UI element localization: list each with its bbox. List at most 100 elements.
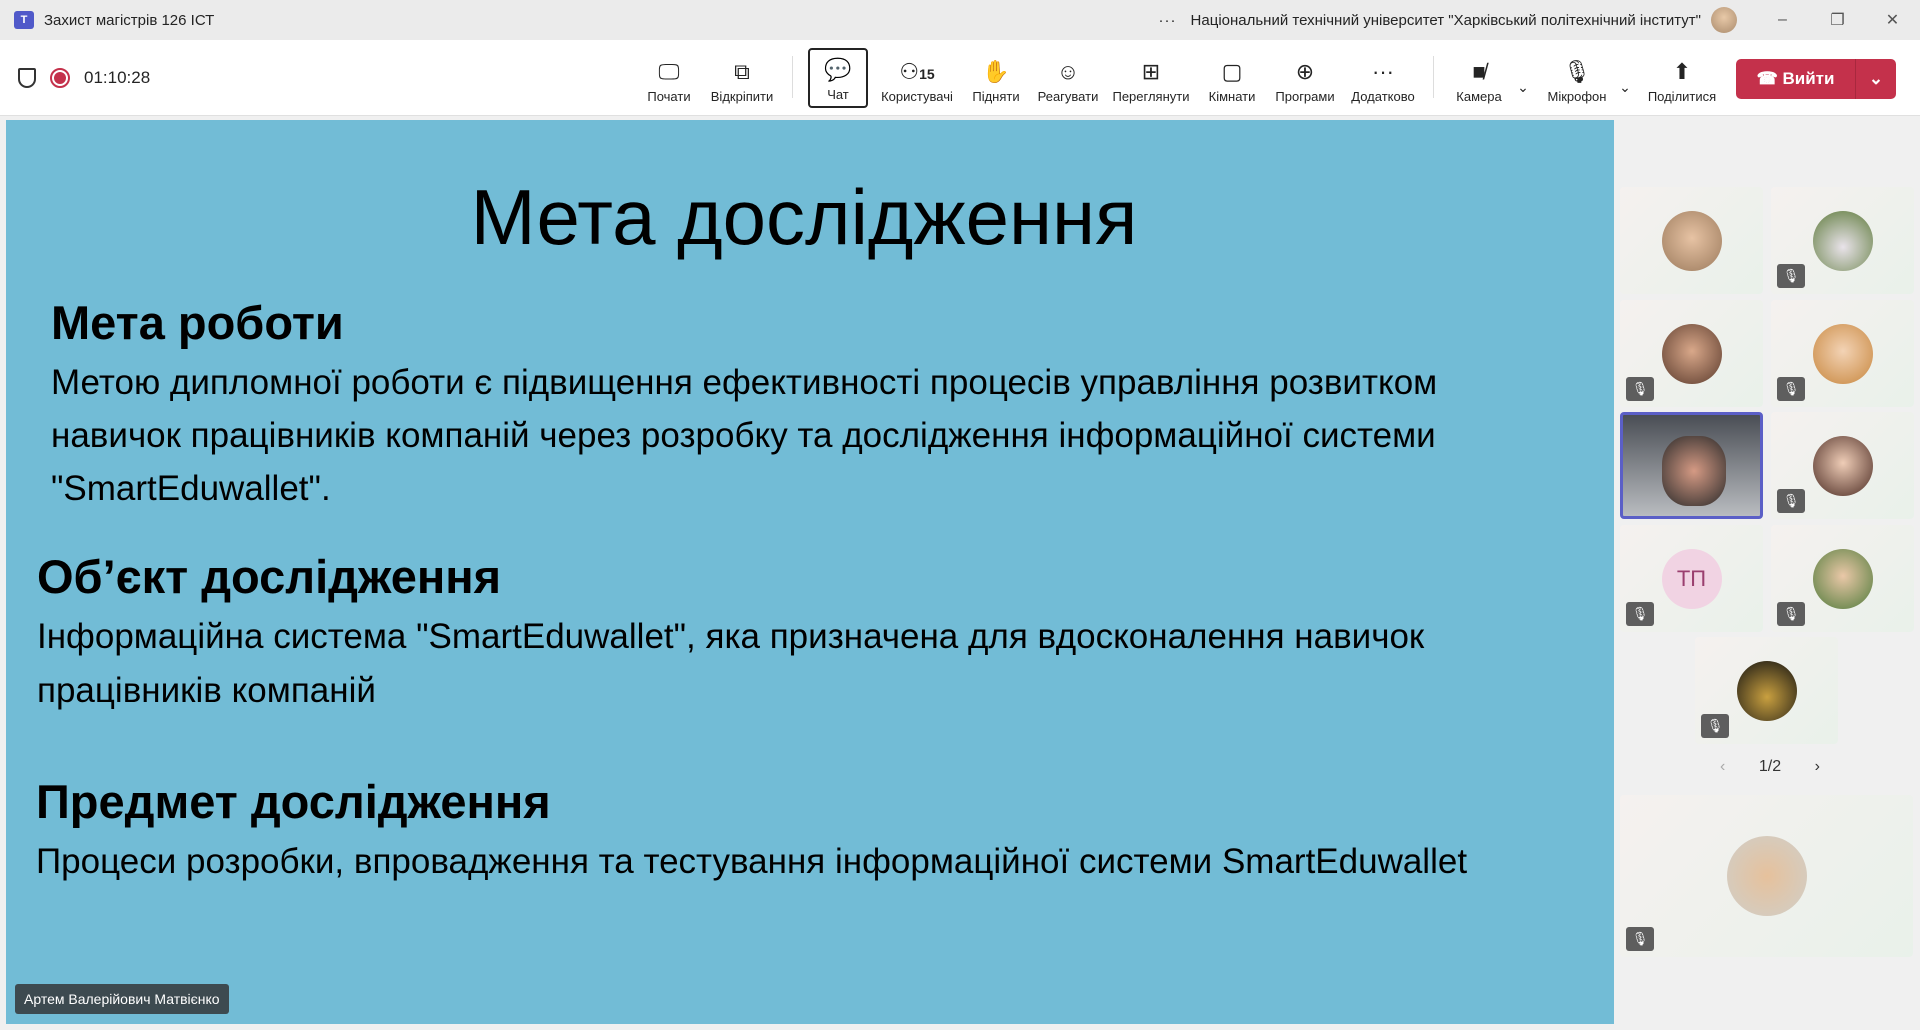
- participant-tile[interactable]: [1620, 187, 1763, 294]
- avatar: [1661, 210, 1722, 271]
- chat-icon: 💬: [824, 57, 852, 82]
- leave-button[interactable]: ☎ Вийти ⌄: [1736, 59, 1896, 99]
- mic-off-icon: 🎙: [1626, 927, 1654, 951]
- minimize-button[interactable]: –: [1755, 11, 1810, 29]
- meeting-timer: 01:10:28: [84, 68, 151, 87]
- pop-out-icon: ⧉: [734, 59, 750, 84]
- button-label: Мікрофон: [1547, 89, 1607, 104]
- section-heading: Об’єкт дослідження: [37, 550, 502, 603]
- section-heading: Мета роботи: [51, 296, 344, 349]
- section-text: працівників компаній: [37, 671, 376, 710]
- recording-icon: [50, 68, 70, 88]
- more-icon: ···: [1372, 59, 1394, 84]
- close-button[interactable]: ✕: [1865, 10, 1920, 30]
- button-label: Поділитися: [1647, 89, 1717, 104]
- button-label: Програми: [1275, 89, 1335, 104]
- view-button[interactable]: ⊞ Переглянути: [1110, 48, 1192, 108]
- title-bar: T Захист магістрів 126 ІСТ ··· Національ…: [0, 0, 1920, 40]
- view-icon: ⊞: [1141, 59, 1161, 84]
- share-screen-icon: 🖵: [658, 59, 680, 84]
- button-label: Користувачі: [881, 89, 953, 104]
- button-label: Відкріпити: [710, 89, 774, 104]
- people-button[interactable]: ⚇15 Користувачі: [876, 48, 958, 108]
- mic-off-icon: 🎙: [1701, 714, 1729, 738]
- participant-tile[interactable]: 🎙: [1771, 525, 1914, 632]
- button-label: Кімнати: [1208, 89, 1256, 104]
- participant-tile[interactable]: 🎙: [1771, 187, 1914, 294]
- rooms-button[interactable]: ▢ Кімнати: [1202, 48, 1262, 108]
- more-options-icon[interactable]: ···: [1159, 12, 1177, 29]
- mic-off-icon: 🎙: [1777, 377, 1805, 401]
- meeting-title: Захист магістрів 126 ІСТ: [44, 11, 215, 29]
- chevron-right-icon[interactable]: ›: [1815, 758, 1820, 776]
- section-text: Інформаційна система "SmartEduwallet", я…: [37, 617, 1425, 656]
- react-button[interactable]: ☺ Реагувати: [1034, 48, 1102, 108]
- participant-tile[interactable]: 🎙: [1620, 795, 1913, 957]
- hang-up-icon: ☎: [1756, 69, 1783, 88]
- section-heading: Предмет дослідження: [36, 775, 551, 828]
- mic-off-icon: 🎙: [1626, 377, 1654, 401]
- camera-button[interactable]: ■̸ Камера: [1448, 48, 1510, 108]
- chevron-left-icon[interactable]: ‹: [1720, 758, 1725, 776]
- react-icon: ☺: [1056, 59, 1080, 84]
- share-button[interactable]: ⬆ Поділитися: [1644, 48, 1720, 108]
- restore-button[interactable]: ❐: [1810, 10, 1865, 30]
- shared-slide: Мета дослідження Мета роботи Метою дипло…: [6, 120, 1614, 1024]
- participant-tile[interactable]: 🎙: [1620, 300, 1763, 407]
- avatar: [1812, 210, 1873, 271]
- apps-button[interactable]: ⊕ Програми: [1270, 48, 1340, 108]
- raise-hand-icon: ✋: [982, 59, 1010, 84]
- avatar: [1726, 836, 1807, 916]
- apps-icon: ⊕: [1295, 59, 1315, 84]
- avatar: [1661, 323, 1722, 384]
- participant-video: [1661, 435, 1726, 506]
- page-indicator: 1/2: [1758, 758, 1782, 775]
- divider: [792, 56, 793, 98]
- mic-off-icon: 🎙: [1777, 264, 1805, 288]
- chevron-down-icon: ⌄: [1517, 79, 1529, 95]
- more-button[interactable]: ··· Додатково: [1348, 48, 1418, 108]
- participant-tile[interactable]: 🎙: [1695, 637, 1838, 744]
- mic-off-icon: 🎙: [1626, 602, 1654, 626]
- pop-out-button[interactable]: ⧉ Відкріпити: [706, 48, 778, 108]
- teams-logo-icon: T: [14, 11, 34, 29]
- participant-tile[interactable]: ТП 🎙: [1620, 525, 1763, 632]
- people-icon: ⚇15: [899, 59, 935, 84]
- button-label: Чат: [827, 87, 849, 102]
- user-avatar[interactable]: [1711, 7, 1737, 33]
- presenter-name: Артем Валерійович Матвієнко: [15, 984, 229, 1014]
- mic-off-icon: 🎙: [1777, 489, 1805, 513]
- shield-icon[interactable]: [18, 68, 36, 88]
- leave-label: ☎ Вийти: [1736, 59, 1856, 99]
- gallery-pager: ‹ 1/2 ›: [1720, 758, 1820, 776]
- section-text: "SmartEduwallet".: [51, 469, 331, 508]
- chevron-down-icon: ⌄: [1619, 79, 1631, 95]
- button-label: Почати: [647, 89, 691, 104]
- button-label: Підняти: [972, 89, 1020, 104]
- organization-name: Національний технічний університет "Харк…: [1190, 11, 1701, 29]
- slide-title: Мета дослідження: [470, 173, 1138, 261]
- camera-options-chevron[interactable]: ⌄: [1510, 48, 1536, 108]
- button-label: Камера: [1456, 89, 1502, 104]
- section-text: Метою дипломної роботи є підвищення ефек…: [51, 363, 1438, 402]
- mic-off-icon: 🎙: [1563, 59, 1591, 84]
- avatar: [1812, 323, 1873, 384]
- divider: [1433, 56, 1434, 98]
- share-screen-button[interactable]: 🖵 Почати: [640, 48, 698, 108]
- mic-options-chevron[interactable]: ⌄: [1612, 48, 1638, 108]
- meeting-toolbar: 01:10:28 🖵 Почати ⧉ Відкріпити 💬 Чат ⚇15 Кор…: [0, 40, 1920, 116]
- participant-tile[interactable]: 🎙: [1771, 412, 1914, 519]
- mic-off-icon: 🎙: [1777, 602, 1805, 626]
- avatar: [1812, 435, 1873, 496]
- section-text: Процеси розробки, впровадження та тестув…: [36, 842, 1468, 881]
- camera-off-icon: ■̸: [1472, 59, 1486, 84]
- participant-video-active-speaker[interactable]: [1620, 412, 1763, 519]
- section-text: навичок працівників компаній через розро…: [51, 416, 1436, 455]
- participant-count: 15: [919, 66, 935, 82]
- raise-hand-button[interactable]: ✋ Підняти: [968, 48, 1024, 108]
- participant-tile[interactable]: 🎙: [1771, 300, 1914, 407]
- chat-button[interactable]: 💬 Чат: [808, 48, 868, 108]
- avatar: [1736, 660, 1797, 721]
- chevron-down-icon[interactable]: ⌄: [1856, 69, 1896, 89]
- microphone-button[interactable]: 🎙 Мікрофон: [1544, 48, 1610, 108]
